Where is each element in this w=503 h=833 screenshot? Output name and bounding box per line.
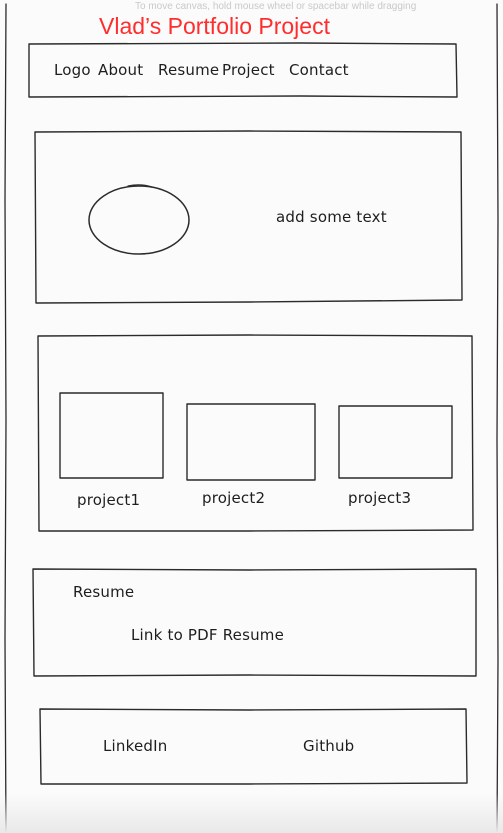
hero-text: add some text: [276, 208, 387, 226]
page-title: Vlad’s Portfolio Project: [99, 13, 330, 39]
project2-thumbnail: [186, 403, 316, 481]
project1-label[interactable]: project1: [77, 491, 140, 509]
resume-pdf-link[interactable]: Link to PDF Resume: [131, 626, 284, 644]
hero-image-placeholder: [88, 185, 190, 255]
sketch-canvas[interactable]: To move canvas, hold mouse wheel or spac…: [0, 0, 503, 833]
project1-thumbnail: [59, 392, 164, 479]
nav-item-resume[interactable]: Resume: [158, 61, 219, 79]
wireframe-sketch: [4, 3, 499, 833]
nav-item-contact[interactable]: Contact: [289, 61, 349, 79]
canvas-bottom-fade: [0, 793, 503, 833]
github-link[interactable]: Github: [303, 737, 354, 755]
nav-item-project[interactable]: Project: [222, 61, 275, 79]
project3-label[interactable]: project3: [348, 489, 411, 507]
nav-item-about[interactable]: About: [98, 61, 143, 79]
nav-item-logo[interactable]: Logo: [54, 61, 91, 79]
project2-label[interactable]: project2: [202, 489, 265, 507]
hero-box-outline: [34, 130, 463, 304]
resume-heading: Resume: [73, 583, 135, 601]
project3-thumbnail: [338, 405, 453, 479]
linkedin-link[interactable]: LinkedIn: [103, 737, 167, 755]
